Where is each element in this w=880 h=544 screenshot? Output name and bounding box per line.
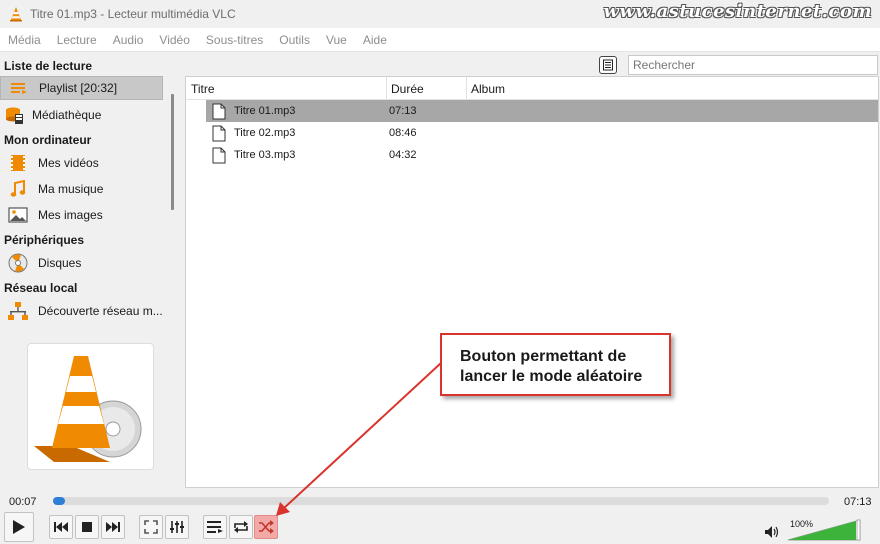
sidebar-item-label: Mes images <box>38 208 103 222</box>
table-row[interactable]: Titre 01.mp3 07:13 <box>206 100 878 122</box>
album-art <box>27 343 154 470</box>
menu-view[interactable]: Vue <box>326 33 347 47</box>
menu-help[interactable]: Aide <box>363 33 387 47</box>
row-duration: 04:32 <box>389 149 417 161</box>
table-row[interactable]: Titre 02.mp3 08:46 <box>206 122 878 144</box>
seek-progress <box>53 497 65 505</box>
file-icon <box>212 125 226 142</box>
column-separator[interactable] <box>386 77 387 100</box>
menu-media[interactable]: Média <box>8 33 41 47</box>
menu-bar: Média Lecture Audio Vidéo Sous-titres Ou… <box>0 28 880 52</box>
next-icon <box>106 522 120 532</box>
table-header: Titre Durée Album <box>186 77 878 100</box>
row-title: Titre 01.mp3 <box>234 105 296 117</box>
file-icon <box>212 103 226 120</box>
menu-video[interactable]: Vidéo <box>159 33 189 47</box>
column-duration[interactable]: Durée <box>391 82 424 96</box>
extended-settings-button[interactable] <box>165 515 189 539</box>
loop-icon <box>234 521 248 533</box>
toggle-playlist-icon <box>207 521 223 533</box>
toggle-playlist-button[interactable] <box>203 515 227 539</box>
section-devices: Périphériques <box>4 233 85 247</box>
menu-audio[interactable]: Audio <box>113 33 144 47</box>
sidebar-scrollbar[interactable] <box>171 94 174 210</box>
watermark-text: www.astucesinternet.com <box>603 1 872 22</box>
column-album[interactable]: Album <box>471 82 505 96</box>
sidebar-item-images[interactable]: Mes images <box>0 203 163 227</box>
row-title: Titre 03.mp3 <box>234 149 296 161</box>
video-icon <box>8 153 28 173</box>
music-icon <box>8 179 28 199</box>
fullscreen-button[interactable] <box>139 515 163 539</box>
menu-playback[interactable]: Lecture <box>57 33 97 47</box>
next-button[interactable] <box>101 515 125 539</box>
table-row[interactable]: Titre 03.mp3 04:32 <box>206 144 878 166</box>
previous-button[interactable] <box>49 515 73 539</box>
sidebar-item-music[interactable]: Ma musique <box>0 177 163 201</box>
volume-icon[interactable] <box>765 526 781 538</box>
sidebar-item-label: Médiathèque <box>32 108 102 122</box>
sidebar-item-disks[interactable]: Disques <box>0 251 163 275</box>
disc-icon <box>8 253 28 273</box>
window-title: Titre 01.mp3 - Lecteur multimédia VLC <box>30 7 236 21</box>
menu-tools[interactable]: Outils <box>279 33 310 47</box>
sidebar-item-library[interactable]: Médiathèque <box>0 103 163 127</box>
section-computer: Mon ordinateur <box>4 133 92 147</box>
row-title: Titre 02.mp3 <box>234 127 296 139</box>
equalizer-icon <box>170 521 184 533</box>
callout-line-2: lancer le mode aléatoire <box>460 368 643 385</box>
section-playlist: Liste de lecture <box>4 59 93 73</box>
sidebar-item-label: Ma musique <box>38 182 104 196</box>
elapsed-time: 00:07 <box>9 496 37 508</box>
column-separator[interactable] <box>466 77 467 100</box>
play-icon <box>13 520 25 534</box>
sidebar-item-label: Disques <box>38 256 82 270</box>
previous-icon <box>54 522 68 532</box>
sidebar-item-label: Découverte réseau m... <box>38 304 163 318</box>
column-title[interactable]: Titre <box>191 82 215 96</box>
section-network: Réseau local <box>4 281 78 295</box>
search-input[interactable] <box>628 55 878 75</box>
menu-subtitles[interactable]: Sous-titres <box>206 33 263 47</box>
row-duration: 07:13 <box>389 105 417 117</box>
sidebar-item-videos[interactable]: Mes vidéos <box>0 151 163 175</box>
network-icon <box>8 301 28 321</box>
playlist-table: Titre Durée Album Titre 01.mp3 07:13 Tit… <box>185 76 879 488</box>
vlc-cone-icon <box>10 7 22 22</box>
playlist-icon <box>9 78 29 98</box>
list-view-icon <box>603 59 613 71</box>
sidebar-item-playlist[interactable]: Playlist [20:32] <box>0 76 163 100</box>
vlc-cone-icon <box>34 356 142 462</box>
annotation-callout: Bouton permettant de lancer le mode aléa… <box>440 333 671 396</box>
sidebar-item-label: Playlist [20:32] <box>39 81 118 95</box>
file-icon <box>212 147 226 164</box>
stop-icon <box>82 522 92 532</box>
fullscreen-icon <box>144 520 158 534</box>
library-icon <box>4 105 24 125</box>
play-button[interactable] <box>4 512 34 542</box>
shuffle-icon <box>259 520 274 534</box>
image-icon <box>8 205 28 225</box>
total-time: 07:13 <box>844 496 872 508</box>
view-mode-button[interactable] <box>599 56 617 74</box>
sidebar-item-network[interactable]: Découverte réseau m... <box>0 299 163 323</box>
seek-bar[interactable] <box>53 497 829 505</box>
row-duration: 08:46 <box>389 127 417 139</box>
loop-button[interactable] <box>229 515 253 539</box>
random-button[interactable] <box>254 515 278 539</box>
sidebar-item-label: Mes vidéos <box>38 156 99 170</box>
volume-slider[interactable] <box>786 519 862 541</box>
callout-line-1: Bouton permettant de <box>460 348 627 365</box>
stop-button[interactable] <box>75 515 99 539</box>
